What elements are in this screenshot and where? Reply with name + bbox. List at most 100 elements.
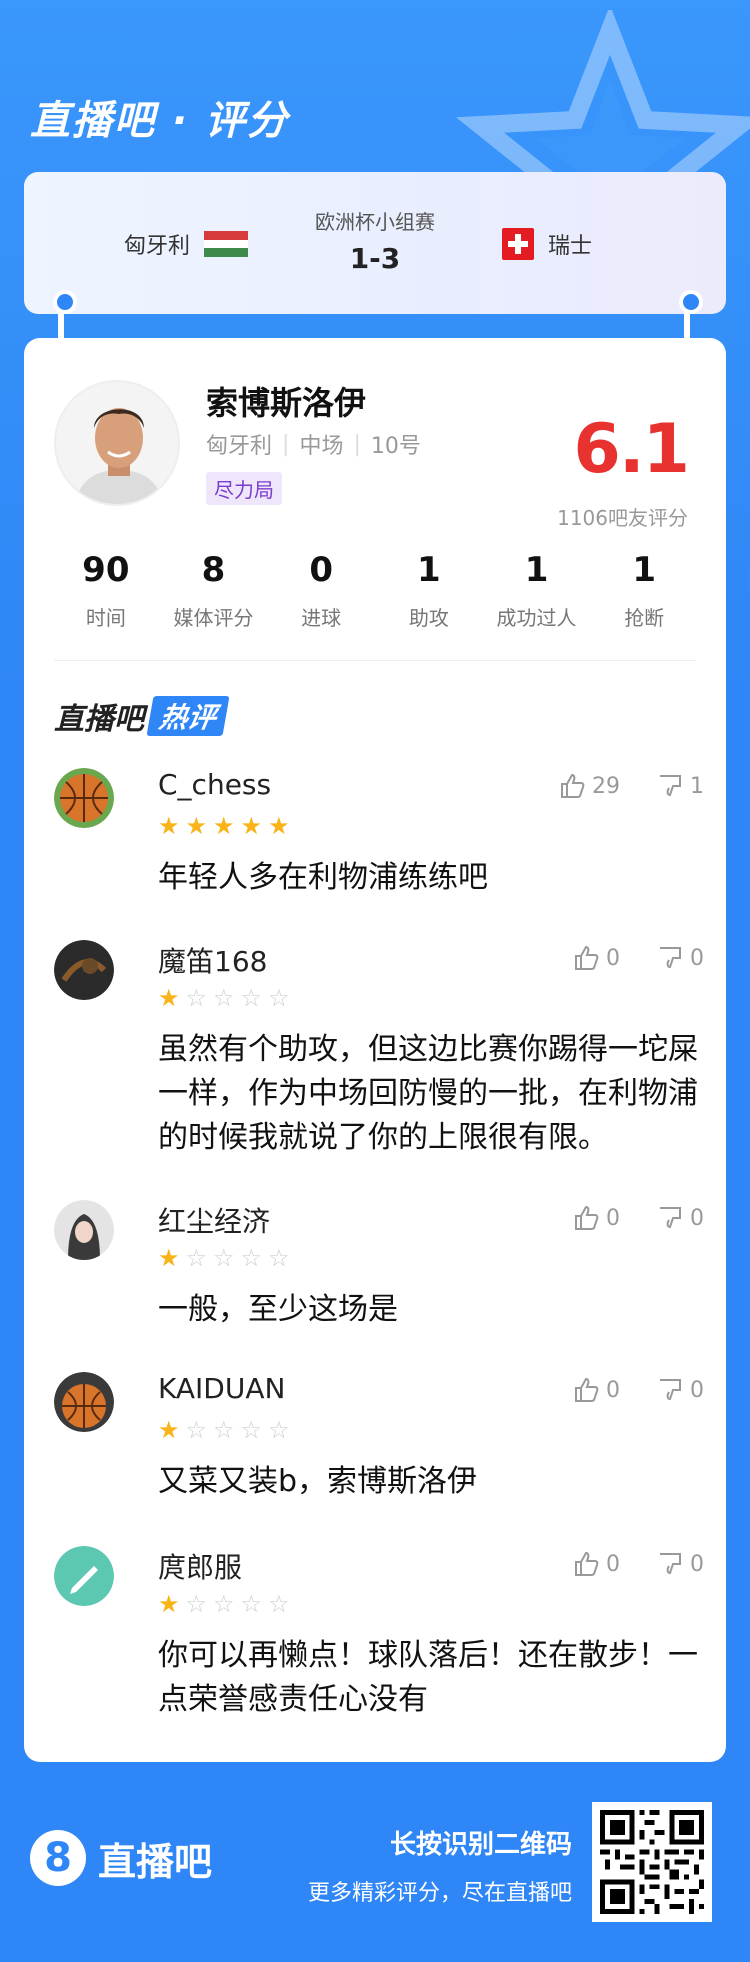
stat-assists: 1 助攻 — [375, 550, 483, 631]
dislike-count: 0 — [690, 945, 704, 971]
comment-text: 虽然有个助攻，但这边比赛你踢得一坨屎一样，作为中场回防慢的一批，在利物浦的时候我… — [158, 1032, 698, 1155]
pen-avatar-icon — [54, 1546, 114, 1606]
stat-value: 8 — [201, 550, 226, 590]
star-icon: ☆ — [240, 1244, 263, 1272]
stat-minutes: 90 时间 — [52, 550, 160, 631]
star-icon: ☆ — [213, 984, 235, 1012]
away-team: 瑞士 — [502, 228, 592, 260]
logo-text: 直播吧 — [98, 1839, 213, 1884]
stat-value: 1 — [417, 550, 441, 590]
stat-media-rating: 8 媒体评分 — [160, 550, 268, 631]
comment-text: 又菜又装b，索博斯洛伊 — [158, 1464, 478, 1499]
dislike-button[interactable]: 0 — [656, 1550, 704, 1578]
like-button[interactable]: 29 — [558, 772, 620, 800]
dislike-button[interactable]: 0 — [656, 944, 704, 972]
rating-count: 1106吧友评分 — [557, 506, 688, 530]
star-rating: ★ ★ ★ ★ ★ — [158, 814, 290, 838]
basketball-icon — [54, 768, 114, 828]
like-button[interactable]: 0 — [572, 1204, 620, 1232]
dislike-count: 1 — [690, 773, 704, 799]
star-icon: ★ — [213, 812, 235, 840]
star-icon: ★ — [158, 1244, 180, 1272]
hot-title-tag: 热评 — [146, 696, 230, 736]
qr-code-icon[interactable] — [592, 1802, 712, 1922]
meta-divider: | — [282, 431, 290, 457]
thumbs-down-icon — [656, 944, 684, 972]
comment-username: 红尘经济 — [158, 1205, 271, 1238]
switzerland-flag-icon — [502, 228, 534, 260]
player-avatar — [54, 380, 180, 506]
stat-label: 进球 — [301, 606, 342, 630]
like-button[interactable]: 0 — [572, 944, 620, 972]
star-icon: ☆ — [213, 1416, 235, 1444]
comment-text: 你可以再懒点！球队落后！还在散步！一点荣誉感责任心没有 — [158, 1638, 698, 1717]
star-icon: ★ — [158, 812, 180, 840]
dislike-button[interactable]: 1 — [656, 772, 704, 800]
comment-username: 庹郎服 — [158, 1551, 243, 1584]
player-rating: 6.1 — [573, 410, 690, 489]
thumbs-up-icon — [572, 1376, 600, 1404]
competition-name: 欧洲杯小组赛 — [315, 210, 435, 234]
stat-value: 0 — [309, 550, 334, 590]
player-position: 中场 — [299, 434, 344, 459]
basketball-icon — [54, 1372, 114, 1432]
star-icon: ☆ — [185, 1416, 208, 1444]
like-count: 0 — [606, 1205, 620, 1231]
like-button[interactable]: 0 — [572, 1376, 620, 1404]
star-rating: ★ ☆ ☆ ☆ ☆ — [158, 1592, 290, 1616]
stat-label: 媒体评分 — [173, 606, 254, 630]
dislike-button[interactable]: 0 — [656, 1376, 704, 1404]
star-icon: ☆ — [268, 1416, 290, 1444]
comment-item: C_chess 29 1 ★ ★ ★ ★ ★ 年轻人多在利物浦练练吧 — [54, 768, 704, 895]
thumbs-down-icon — [656, 1550, 684, 1578]
star-icon: ★ — [158, 1590, 180, 1618]
dislike-button[interactable]: 0 — [656, 1204, 704, 1232]
qr-subtitle: 更多精彩评分，尽在直播吧 — [307, 1881, 572, 1906]
star-icon: ★ — [240, 812, 263, 840]
star-icon: ☆ — [185, 1244, 208, 1272]
stat-label: 助攻 — [408, 606, 449, 630]
match-banner: 匈牙利 欧洲杯小组赛 1-3 瑞士 — [24, 172, 726, 314]
stat-value: 1 — [524, 550, 549, 590]
star-icon: ☆ — [213, 1244, 235, 1272]
dislike-count: 0 — [690, 1551, 704, 1577]
star-icon: ★ — [268, 812, 290, 840]
player-rating-card: 索博斯洛伊 匈牙利 | 中场 | 10号 尽力局 6.1 1106吧友评分 90… — [24, 338, 726, 1762]
stat-value: 90 — [82, 550, 130, 590]
like-count: 0 — [606, 945, 620, 971]
portrait-avatar-icon — [54, 1200, 114, 1260]
star-icon: ★ — [158, 1416, 180, 1444]
brand-title: 直播吧 · 评分 — [30, 98, 290, 144]
star-icon: ☆ — [268, 984, 290, 1012]
thumbs-up-icon — [572, 1550, 600, 1578]
footer-cta: 长按识别二维码 更多精彩评分，尽在直播吧 — [308, 1824, 572, 1907]
like-button[interactable]: 0 — [572, 1550, 620, 1578]
comment-item: 庹郎服 0 0 ★ ☆ ☆ ☆ ☆ 你可以再懒点！球队落后！还在散步！一点荣誉感… — [54, 1546, 704, 1717]
dislike-count: 0 — [690, 1205, 704, 1231]
qr-prompt: 长按识别二维码 — [389, 1830, 572, 1860]
stat-dribbles: 1 成功过人 — [483, 550, 591, 631]
star-icon: ☆ — [268, 1590, 290, 1618]
comment-username: 魔笛168 — [158, 945, 268, 978]
star-icon: ★ — [185, 812, 208, 840]
star-icon: ☆ — [240, 984, 263, 1012]
star-icon: ☆ — [268, 1244, 290, 1272]
star-icon: ★ — [158, 984, 180, 1012]
stat-label: 抢断 — [624, 606, 665, 630]
comment-text: 年轻人多在利物浦练练吧 — [158, 860, 488, 895]
stat-value: 1 — [632, 550, 657, 590]
star-icon: ☆ — [185, 1590, 208, 1618]
footer-logo: 8 直播吧 — [30, 1830, 212, 1886]
thumbs-up-icon — [572, 944, 600, 972]
star-icon: ☆ — [240, 1590, 263, 1618]
thumbs-down-icon — [656, 1204, 684, 1232]
like-count: 0 — [606, 1377, 620, 1403]
like-count: 29 — [592, 773, 620, 799]
section-divider — [54, 660, 696, 661]
like-count: 0 — [606, 1551, 620, 1577]
comment-text: 一般，至少这场是 — [158, 1292, 398, 1327]
logo-icon: 8 — [30, 1830, 86, 1886]
hot-title-brand: 直播吧 — [54, 702, 144, 737]
star-rating: ★ ☆ ☆ ☆ ☆ — [158, 1418, 290, 1442]
comment-item: 魔笛168 0 0 ★ ☆ ☆ ☆ ☆ 虽然有个助攻，但这边比赛你踢得一坨屎一样… — [54, 940, 704, 1160]
